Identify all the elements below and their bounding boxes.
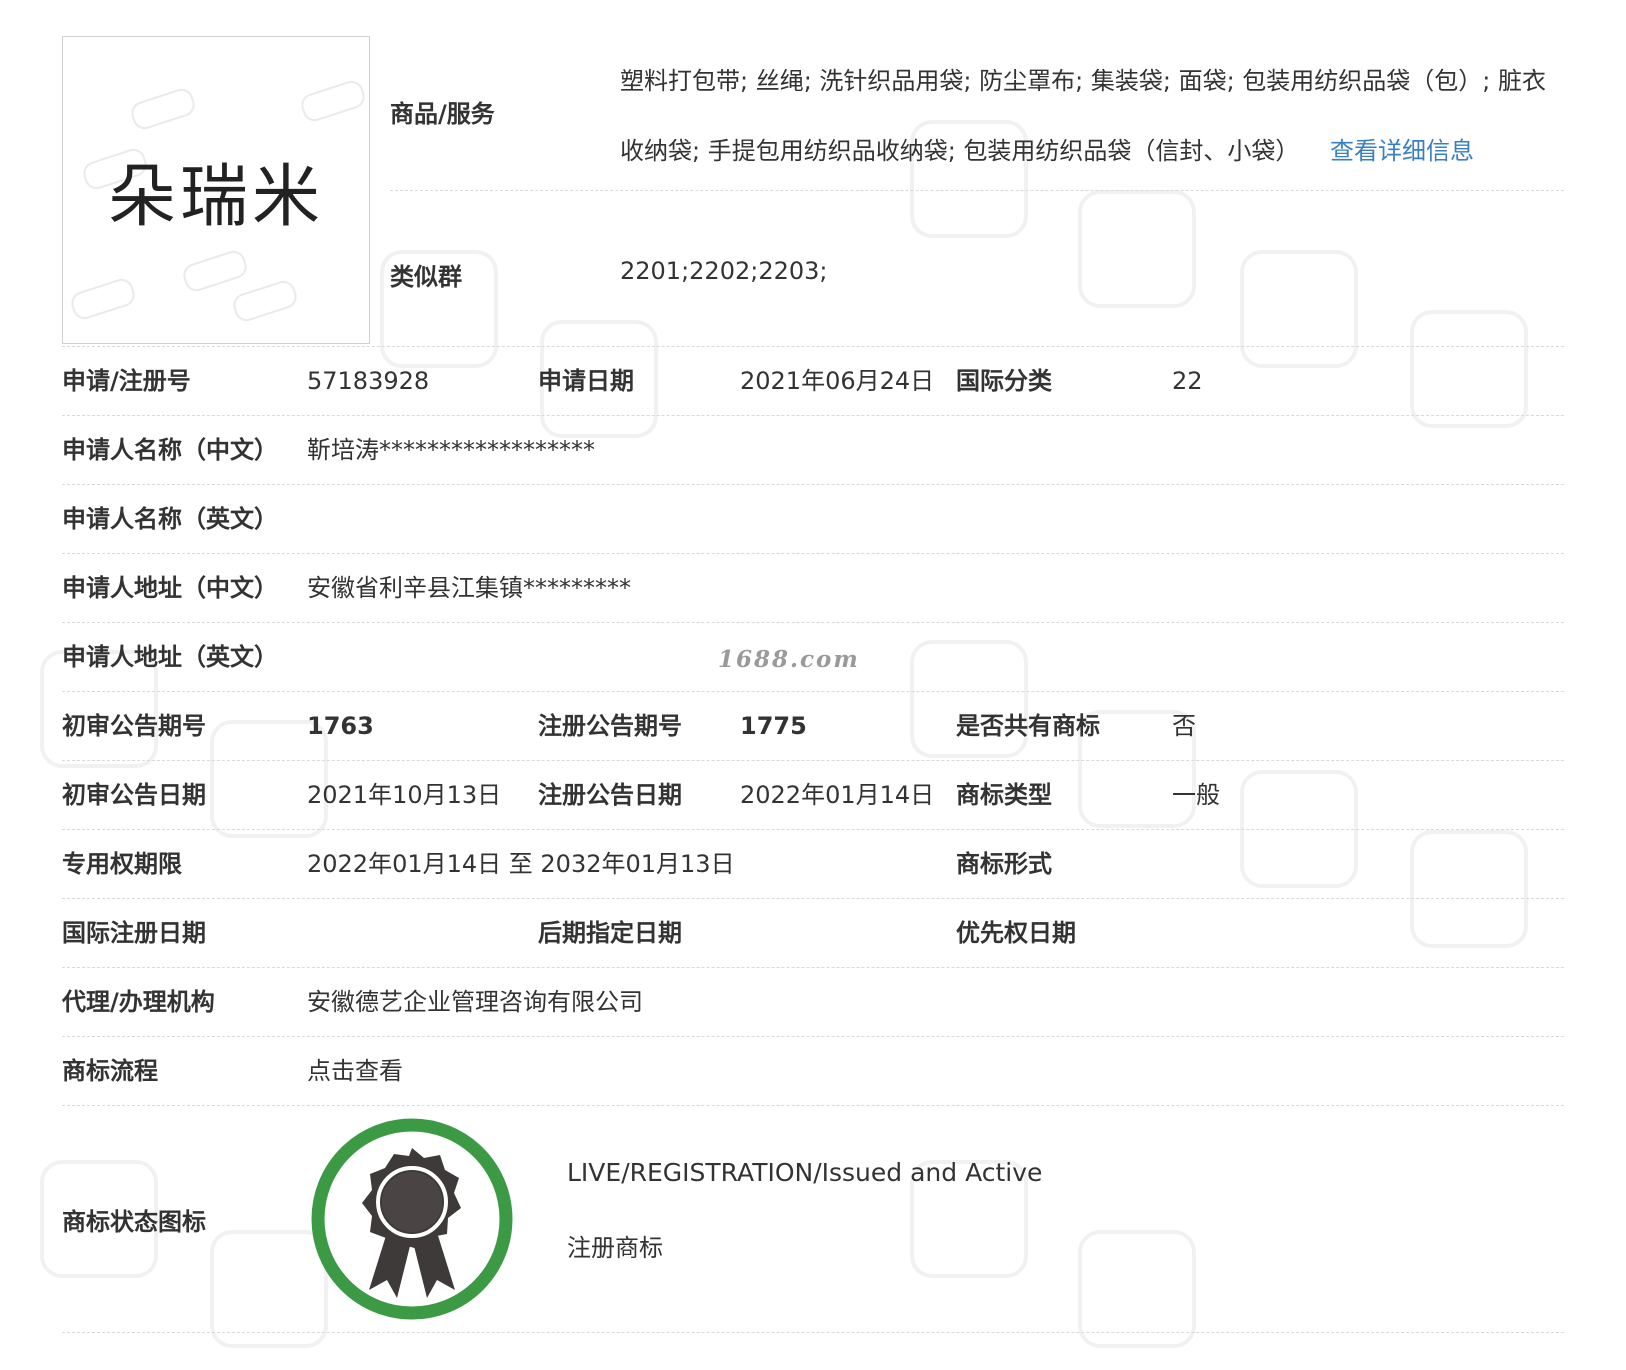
intl-class-label: 国际分类 [956,367,1052,395]
apply-date-value: 2021年06月24日 [740,367,935,395]
info-row-issues: 初审公告期号 1763 注册公告期号 1775 是否共有商标 否 [62,692,1564,761]
logo-watermark [128,85,198,133]
applicant-cn-value: 靳培涛****************** [307,436,595,464]
medal-center [382,1172,442,1232]
intl-class-value: 22 [1172,367,1203,395]
logo-watermark [298,77,368,125]
similar-group-label: 类似群 [390,263,462,291]
agency-value: 安徽德艺企业管理咨询有限公司 [307,988,643,1016]
logo-watermark [180,247,250,295]
applicant-cn-label: 申请人名称（中文） [62,436,278,464]
view-process-link[interactable]: 点击查看 [307,1037,403,1105]
status-row: 商标状态图标 LIVE/REGISTRATION/Issued and Acti… [62,1106,1564,1333]
goods-services-label: 商品/服务 [390,100,495,128]
view-details-link[interactable]: 查看详细信息 [1330,137,1474,165]
goods-services-value: 塑料打包带; 丝绳; 洗针织品用袋; 防尘罩布; 集装袋; 面袋; 包装用纺织品… [620,46,1560,186]
info-row-dates: 初审公告日期 2021年10月13日 注册公告日期 2022年01月14日 商标… [62,761,1564,830]
prelim-issue-value: 1763 [307,712,374,740]
priority-date-label: 优先权日期 [956,919,1076,947]
address-en-label: 申请人地址（英文） [62,643,278,671]
info-row-exclusive-period: 专用权期限 2022年01月14日 至 2032年01月13日 商标形式 [62,830,1564,899]
reg-date-value: 2022年01月14日 [740,781,935,809]
reg-no-value: 57183928 [307,367,430,395]
status-chinese: 注册商标 [567,1234,663,1262]
process-label: 商标流程 [62,1057,158,1085]
info-row-registration: 申请/注册号 57183928 申请日期 2021年06月24日 国际分类 22 [62,347,1564,416]
award-ribbon-icon [311,1118,513,1320]
trademark-header: 朵瑞米 商品/服务 塑料打包带; 丝绳; 洗针织品用袋; 防尘罩布; 集装袋; … [62,36,1564,347]
logo-watermark [230,277,300,325]
site-watermark: 1688.com [718,646,860,673]
later-designation-label: 后期指定日期 [538,919,682,947]
info-row-process: 商标流程 点击查看 [62,1037,1564,1106]
shared-value: 否 [1172,712,1196,740]
info-row-applicant-en: 申请人名称（英文） [62,485,1564,554]
shared-label: 是否共有商标 [956,712,1100,740]
status-label: 商标状态图标 [62,1208,206,1236]
reg-no-label: 申请/注册号 [62,367,191,395]
reg-issue-value: 1775 [740,712,807,740]
reg-date-label: 注册公告日期 [538,781,682,809]
logo-watermark [68,275,138,323]
trademark-logo: 朵瑞米 [62,36,370,344]
agency-label: 代理/办理机构 [62,988,215,1016]
prelim-date-value: 2021年10月13日 [307,781,502,809]
info-row-applicant-cn: 申请人名称（中文） 靳培涛****************** [62,416,1564,485]
exclusive-period-value: 2022年01月14日 至 2032年01月13日 [307,850,735,878]
goods-services-row: 商品/服务 塑料打包带; 丝绳; 洗针织品用袋; 防尘罩布; 集装袋; 面袋; … [390,36,1564,191]
tm-form-label: 商标形式 [956,850,1052,878]
info-row-address-cn: 申请人地址（中文） 安徽省利辛县江集镇********* [62,554,1564,623]
address-cn-label: 申请人地址（中文） [62,574,278,602]
address-cn-value: 安徽省利辛县江集镇********* [307,574,631,602]
reg-issue-label: 注册公告期号 [538,712,682,740]
trademark-logo-text: 朵瑞米 [107,158,324,237]
info-row-agency: 代理/办理机构 安徽德艺企业管理咨询有限公司 [62,968,1564,1037]
applicant-en-label: 申请人名称（英文） [62,505,278,533]
prelim-issue-label: 初审公告期号 [62,712,206,740]
intl-reg-date-label: 国际注册日期 [62,919,206,947]
status-english: LIVE/REGISTRATION/Issued and Active [567,1158,1043,1187]
goods-services-spacer [1299,137,1330,165]
exclusive-period-label: 专用权期限 [62,850,182,878]
prelim-date-label: 初审公告日期 [62,781,206,809]
similar-group-row: 类似群 2201;2202;2203; [390,191,1564,346]
apply-date-label: 申请日期 [538,367,634,395]
trademark-detail-sheet: 朵瑞米 商品/服务 塑料打包带; 丝绳; 洗针织品用袋; 防尘罩布; 集装袋; … [62,36,1564,1333]
info-row-intl-dates: 国际注册日期 后期指定日期 优先权日期 [62,899,1564,968]
tm-type-value: 一般 [1172,781,1220,809]
tm-type-label: 商标类型 [956,781,1052,809]
similar-group-value: 2201;2202;2203; [620,257,828,285]
